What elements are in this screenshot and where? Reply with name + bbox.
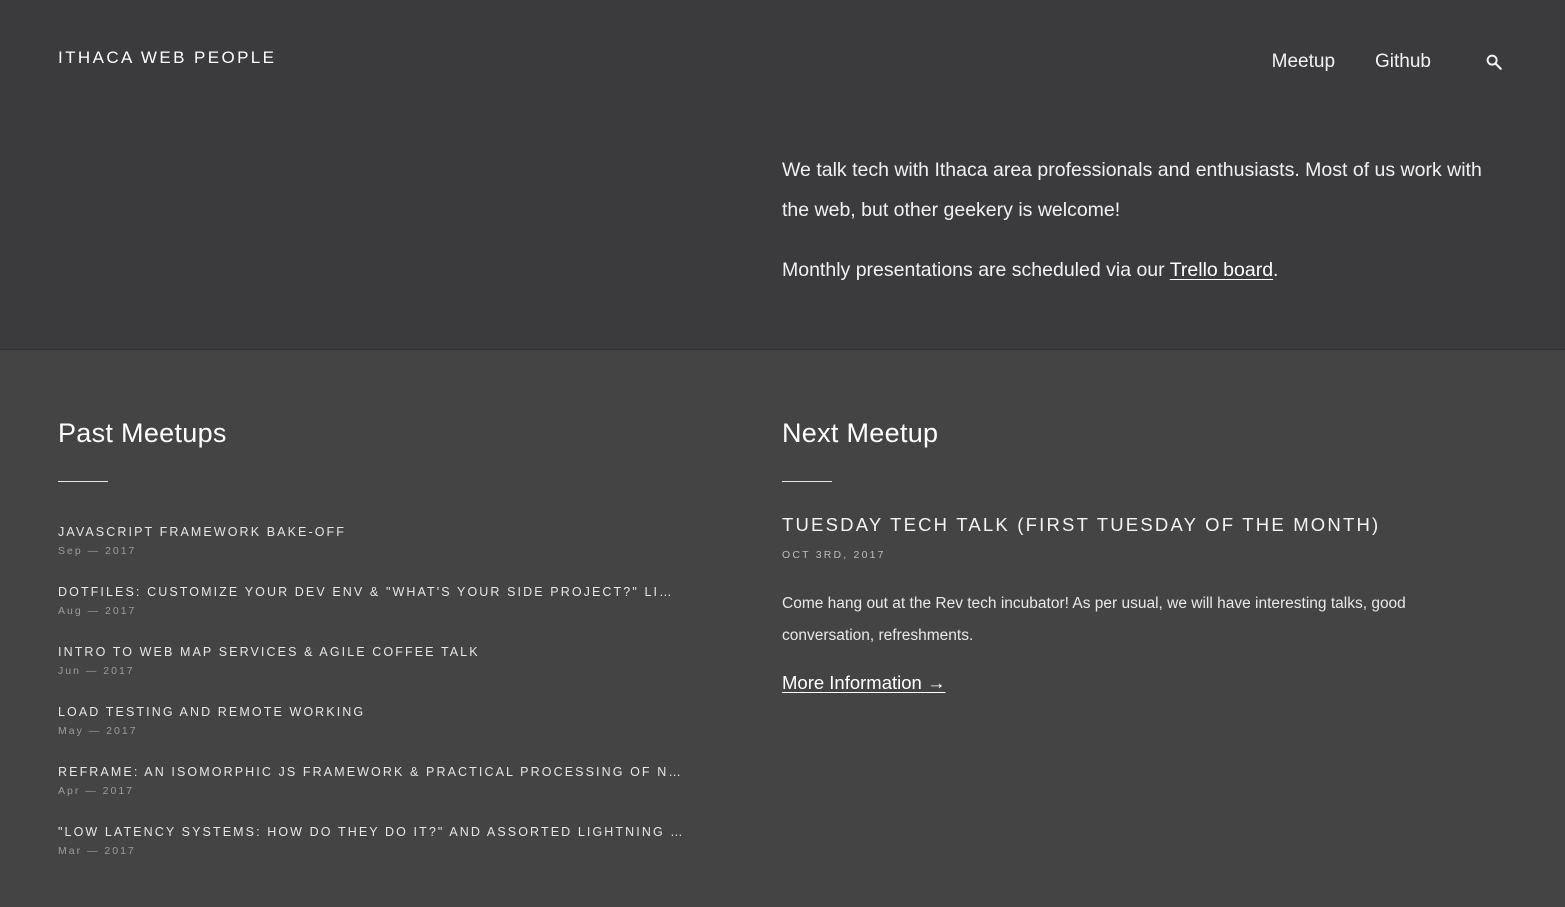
past-meetup-item: INTRO TO WEB MAP SERVICES & AGILE COFFEE… — [58, 644, 698, 704]
schedule-text: Monthly presentations are scheduled via … — [782, 259, 1170, 281]
hero-header: ITHACA WEB PEOPLE Meetup Github We talk … — [0, 0, 1565, 350]
next-meetup-title: TUESDAY TECH TALK (FIRST TUESDAY OF THE … — [782, 514, 1381, 535]
nav-link-meetup[interactable]: Meetup — [1272, 51, 1335, 73]
schedule-suffix: . — [1273, 259, 1279, 281]
intro-text: We talk tech with Ithaca area profession… — [782, 150, 1502, 310]
search-icon — [1486, 54, 1502, 70]
next-meetup-description: Come hang out at the Rev tech incubator!… — [782, 595, 1406, 644]
past-meetup-date: Jun — 2017 — [58, 665, 135, 677]
past-meetup-link[interactable]: "LOW LATENCY SYSTEMS: HOW DO THEY DO IT?… — [58, 824, 683, 840]
more-information-link[interactable]: More Information → — [782, 672, 945, 694]
past-meetup-item: JAVASCRIPT FRAMEWORK BAKE-OFF Sep — 2017 — [58, 524, 698, 584]
past-meetups-heading: Past Meetups — [58, 418, 227, 448]
past-meetup-item: DOTFILES: CUSTOMIZE YOUR DEV ENV & "WHAT… — [58, 584, 698, 644]
past-meetup-date: Sep — 2017 — [58, 545, 137, 557]
past-meetup-link[interactable]: DOTFILES: CUSTOMIZE YOUR DEV ENV & "WHAT… — [58, 584, 683, 600]
past-meetup-link[interactable]: REFRAME: AN ISOMORPHIC JS FRAMEWORK & PR… — [58, 764, 683, 780]
site-title[interactable]: ITHACA WEB PEOPLE — [58, 48, 276, 68]
next-meetup-heading: Next Meetup — [782, 418, 939, 448]
past-meetup-date: Apr — 2017 — [58, 785, 135, 797]
intro-paragraph: We talk tech with Ithaca area profession… — [782, 159, 1482, 221]
past-meetups-divider — [58, 481, 108, 482]
past-meetup-date: May — 2017 — [58, 725, 138, 737]
past-meetups-list: JAVASCRIPT FRAMEWORK BAKE-OFF Sep — 2017… — [58, 524, 698, 884]
nav-link-github[interactable]: Github — [1375, 51, 1431, 73]
past-meetup-item: LOAD TESTING AND REMOTE WORKING May — 20… — [58, 704, 698, 764]
past-meetup-link[interactable]: INTRO TO WEB MAP SERVICES & AGILE COFFEE… — [58, 644, 683, 660]
trello-board-link[interactable]: Trello board — [1170, 259, 1273, 281]
past-meetup-item: "LOW LATENCY SYSTEMS: HOW DO THEY DO IT?… — [58, 824, 698, 884]
past-meetup-date: Aug — 2017 — [58, 605, 137, 617]
next-meetup-divider — [782, 481, 832, 482]
past-meetup-link[interactable]: JAVASCRIPT FRAMEWORK BAKE-OFF — [58, 524, 683, 540]
next-meetup-date: OCT 3RD, 2017 — [782, 549, 886, 561]
past-meetup-link[interactable]: LOAD TESTING AND REMOTE WORKING — [58, 704, 683, 720]
intro-schedule-paragraph: Monthly presentations are scheduled via … — [782, 250, 1502, 290]
past-meetup-date: Mar — 2017 — [58, 845, 136, 857]
main-nav: Meetup Github — [1272, 47, 1505, 77]
past-meetup-item: REFRAME: AN ISOMORPHIC JS FRAMEWORK & PR… — [58, 764, 698, 824]
search-button[interactable] — [1483, 51, 1505, 73]
